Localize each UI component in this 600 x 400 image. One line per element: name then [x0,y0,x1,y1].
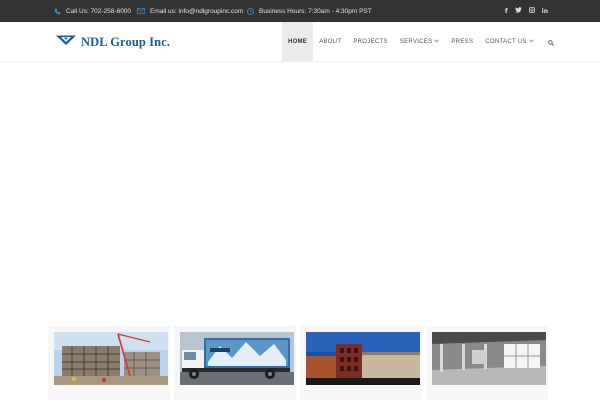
main-nav: HOME ABOUT PROJECTS SERVICES PRESS CONTA… [282,22,562,62]
project-card[interactable] [426,326,548,400]
hours-text: Business Hours: 7:30am - 4:30pm PST [259,7,372,15]
chevron-down-icon [528,39,534,45]
nav-services-label: SERVICES [399,39,433,45]
nav-about[interactable]: ABOUT [313,22,347,62]
project-card[interactable] [174,326,296,400]
project-cards [0,326,600,400]
nav-press-label: PRESS [451,39,474,45]
envelope-icon [137,8,145,14]
email-info[interactable]: Email us: info@ndlgroupinc.com [137,0,243,22]
chevron-down-icon [434,39,440,45]
nav-about-label: ABOUT [319,39,342,45]
site-header: NDL Group Inc. HOME ABOUT PROJECTS SERVI… [0,22,600,62]
hero-slider [0,63,600,325]
nav-services[interactable]: SERVICES [394,22,446,62]
phone-text: Call Us: 702-258-6000 [66,7,132,15]
interior-room-photo[interactable] [432,332,546,385]
box-truck-photo[interactable] [180,332,294,385]
brick-building-photo[interactable] [306,332,420,385]
logo-text: NDL Group Inc. [81,34,171,49]
linkedin-icon[interactable]: in [542,8,548,15]
search-button[interactable] [540,22,562,62]
project-card[interactable] [300,326,422,400]
card-title [306,396,416,400]
logo[interactable]: NDL Group Inc. [55,34,170,50]
card-title [180,396,290,400]
nav-home[interactable]: HOME [282,22,314,62]
social-links: f in [505,0,548,22]
hours-info: Business Hours: 7:30am - 4:30pm PST [247,0,372,22]
twitter-icon[interactable] [514,7,522,15]
phone-icon [54,8,61,15]
search-icon [547,33,554,51]
nav-contact[interactable]: CONTACT US [479,22,539,62]
clock-icon [247,7,254,15]
nav-projects[interactable]: PROJECTS [347,22,393,62]
nav-home-label: HOME [288,39,308,45]
facebook-icon[interactable]: f [505,7,508,15]
top-info-bar: Call Us: 702-258-6000 Email us: info@ndl… [0,0,600,22]
logo-emblem-icon [55,33,77,51]
email-text[interactable]: Email us: info@ndlgroupinc.com [150,8,243,15]
phone-info: Call Us: 702-258-6000 [54,0,131,22]
nav-press[interactable]: PRESS [445,22,479,62]
project-card[interactable] [48,326,170,400]
nav-projects-label: PROJECTS [353,39,388,45]
construction-site-photo[interactable] [54,332,168,385]
card-title [432,396,542,400]
instagram-icon[interactable] [528,7,535,15]
nav-contact-label: CONTACT US [485,39,527,45]
card-title [54,396,164,400]
